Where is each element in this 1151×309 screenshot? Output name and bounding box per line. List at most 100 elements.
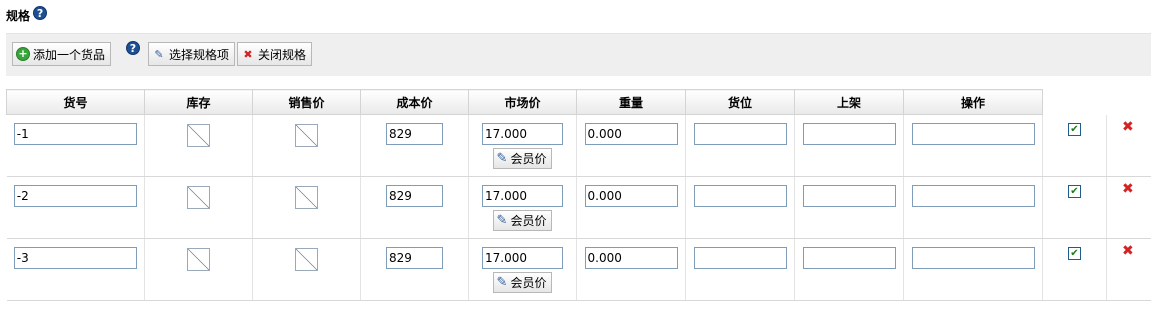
sku-input[interactable]	[13, 247, 137, 269]
row-controls: ✔ ✖	[1042, 239, 1151, 301]
delete-x-icon[interactable]: ✖	[1122, 243, 1134, 259]
checkbox-checked-icon[interactable]: ✔	[1068, 185, 1081, 198]
add-circle-icon: +	[16, 47, 30, 61]
cell-location	[685, 238, 795, 301]
shelf-input[interactable]	[802, 123, 896, 145]
cell-action	[903, 114, 1043, 177]
column-divider	[1106, 177, 1107, 238]
member-price-label: 会员价	[510, 276, 547, 290]
header-market-price: 市场价	[468, 89, 577, 115]
action-input[interactable]	[911, 123, 1035, 145]
pencil-icon: ✎	[154, 47, 164, 61]
cell-cost-price	[360, 176, 469, 239]
cell-action	[903, 176, 1043, 239]
cell-cost-price	[360, 114, 469, 177]
close-x-icon: ✖	[243, 47, 253, 61]
add-product-label: 添加一个货品	[33, 47, 106, 62]
member-price-button[interactable]: ✎ 会员价	[492, 148, 553, 169]
cell-shelf	[794, 114, 904, 177]
cell-action	[903, 238, 1043, 301]
weight-input[interactable]	[584, 123, 678, 145]
pencil-icon: ✎	[496, 213, 508, 228]
cell-market-price: ✎会员价	[468, 176, 577, 239]
cell-weight	[576, 114, 686, 177]
header-sku: 货号	[6, 89, 145, 115]
table-row: ✎会员价	[6, 114, 1043, 177]
table-row: ✎会员价	[6, 176, 1043, 239]
cell-sku	[6, 238, 145, 301]
add-product-button[interactable]: + 添加一个货品	[12, 42, 112, 66]
checkbox-checked-icon[interactable]: ✔	[1068, 123, 1081, 136]
cell-shelf	[794, 238, 904, 301]
row-controls: ✔ ✖	[1042, 177, 1151, 239]
image-placeholder-icon[interactable]	[187, 186, 210, 209]
cell-weight	[576, 176, 686, 239]
cost-price-input[interactable]	[386, 247, 443, 269]
cell-location	[685, 114, 795, 177]
header-stock: 库存	[144, 89, 253, 115]
shelf-input[interactable]	[802, 247, 896, 269]
location-input[interactable]	[693, 247, 787, 269]
market-price-input[interactable]	[482, 247, 563, 269]
help-icon[interactable]: ?	[33, 6, 48, 20]
image-placeholder-icon[interactable]	[295, 248, 318, 271]
spec-toolbar: + 添加一个货品 ? ✎ 选择规格项 ✖ 关闭规格	[6, 33, 1151, 76]
market-price-input[interactable]	[482, 185, 563, 207]
member-price-button[interactable]: ✎ 会员价	[492, 272, 553, 293]
image-placeholder-icon[interactable]	[187, 248, 210, 271]
cost-price-input[interactable]	[386, 185, 443, 207]
cell-stock	[144, 176, 253, 239]
delete-x-icon[interactable]: ✖	[1122, 181, 1134, 197]
header-location: 货位	[685, 89, 795, 115]
market-price-input[interactable]	[482, 123, 563, 145]
weight-input[interactable]	[584, 185, 678, 207]
header-action: 操作	[903, 89, 1043, 115]
section-title: 规格	[6, 8, 31, 23]
image-placeholder-icon[interactable]	[295, 124, 318, 147]
select-spec-button[interactable]: ✎ 选择规格项	[148, 42, 236, 66]
column-divider	[1106, 115, 1107, 176]
shelf-input[interactable]	[802, 185, 896, 207]
sku-input[interactable]	[13, 123, 137, 145]
header-cost-price: 成本价	[360, 89, 469, 115]
spec-table: 货号 库存 销售价 成本价 市场价 重量 货位 上架 操作 ✎会员价	[6, 89, 1043, 301]
cell-weight	[576, 238, 686, 301]
image-placeholder-icon[interactable]	[295, 186, 318, 209]
cell-sale-price	[252, 176, 361, 239]
row-controls: ✔ ✖	[1042, 115, 1151, 177]
table-header-row: 货号 库存 销售价 成本价 市场价 重量 货位 上架 操作	[6, 89, 1043, 115]
cell-sale-price	[252, 114, 361, 177]
sku-input[interactable]	[13, 185, 137, 207]
header-sale-price: 销售价	[252, 89, 361, 115]
cost-price-input[interactable]	[386, 123, 443, 145]
cell-sku	[6, 176, 145, 239]
help-icon[interactable]: ?	[126, 41, 140, 55]
column-divider	[1106, 239, 1107, 300]
cell-market-price: ✎会员价	[468, 238, 577, 301]
cell-stock	[144, 114, 253, 177]
spec-section-header: 规格 ?	[6, 5, 48, 25]
close-spec-label: 关闭规格	[258, 47, 307, 62]
header-shelf: 上架	[794, 89, 904, 115]
checkbox-checked-icon[interactable]: ✔	[1068, 247, 1081, 260]
member-price-button[interactable]: ✎ 会员价	[492, 210, 553, 231]
close-spec-button[interactable]: ✖ 关闭规格	[237, 42, 313, 66]
pencil-icon: ✎	[496, 275, 508, 290]
image-placeholder-icon[interactable]	[187, 124, 210, 147]
select-spec-label: 选择规格项	[169, 47, 230, 62]
location-input[interactable]	[693, 123, 787, 145]
action-input[interactable]	[911, 247, 1035, 269]
member-price-label: 会员价	[510, 152, 547, 166]
cell-market-price: ✎会员价	[468, 114, 577, 177]
action-input[interactable]	[911, 185, 1035, 207]
cell-cost-price	[360, 238, 469, 301]
weight-input[interactable]	[584, 247, 678, 269]
delete-x-icon[interactable]: ✖	[1122, 119, 1134, 135]
cell-sale-price	[252, 238, 361, 301]
cell-shelf	[794, 176, 904, 239]
cell-stock	[144, 238, 253, 301]
cell-sku	[6, 114, 145, 177]
member-price-label: 会员价	[510, 214, 547, 228]
header-weight: 重量	[576, 89, 686, 115]
location-input[interactable]	[693, 185, 787, 207]
